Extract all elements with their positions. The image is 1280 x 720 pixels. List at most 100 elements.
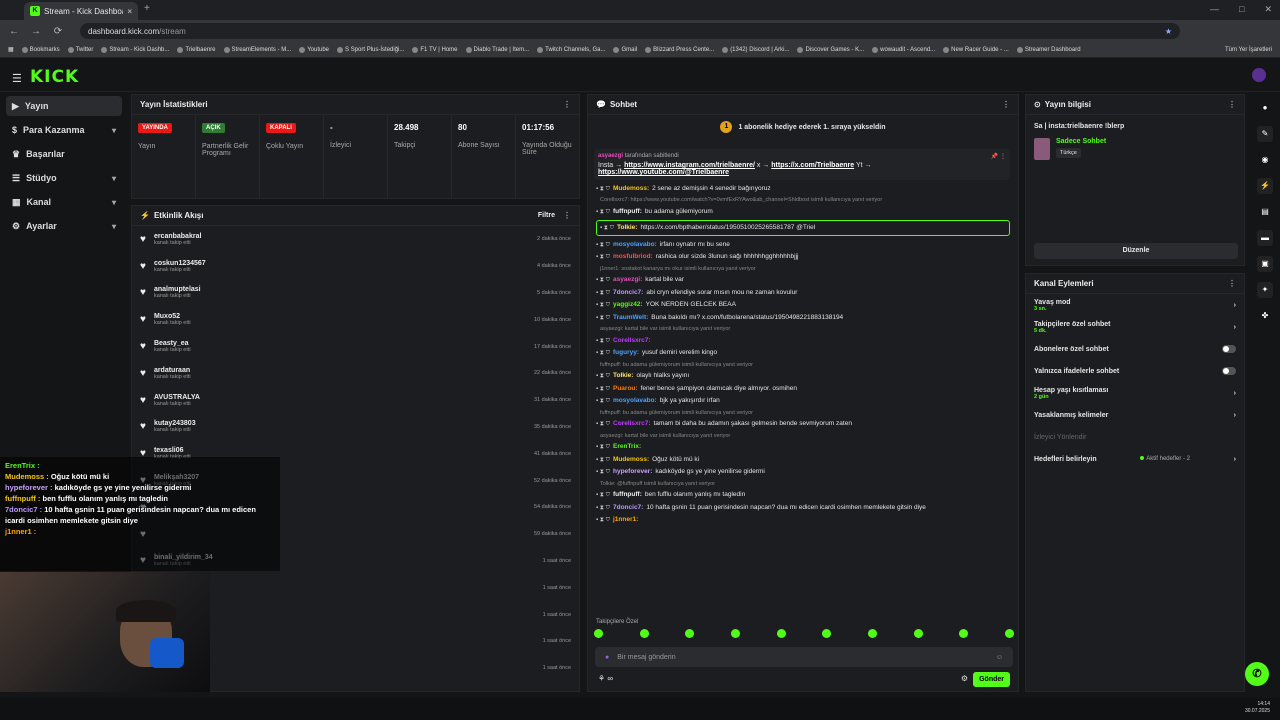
chat-username[interactable]: Tolkie: xyxy=(617,224,637,232)
sidebar-item[interactable]: ♛ Başarılar xyxy=(6,144,122,164)
back-icon[interactable]: ← xyxy=(8,26,20,37)
chevron-down-icon[interactable]: ▾ xyxy=(112,126,116,135)
more-icon[interactable]: ⋮ xyxy=(1228,100,1236,109)
chat-message[interactable]: ▪ ⧗ ⛉ mosyolavabo: bjk ya yakışırdır irfan xyxy=(596,397,1010,405)
bookmark-item[interactable]: New Racer Guide - ... xyxy=(943,46,1009,53)
close-window-icon[interactable]: ✕ xyxy=(1264,4,1272,15)
chat-username[interactable]: fuguryy: xyxy=(613,349,639,357)
chat-username[interactable]: fuffnpuff: xyxy=(613,208,642,216)
emote-icon[interactable] xyxy=(913,629,923,638)
bookmark-item[interactable]: Blizzard Press Cente... xyxy=(645,46,714,53)
chat-input[interactable]: ● Bir mesaj gönderin ☺ xyxy=(595,647,1013,667)
chevron-down-icon[interactable]: ▾ xyxy=(112,174,116,183)
reply-context[interactable]: Corellsxrc7: https://www.youtube.com/wat… xyxy=(600,197,1010,203)
chat-username[interactable]: fuffnpuff: xyxy=(613,491,642,499)
chat-username[interactable]: Tolkie: xyxy=(613,372,633,380)
reply-context[interactable]: Tolkie: @fuffnpuff isimli kullanıcıya ya… xyxy=(600,481,1010,487)
reply-context[interactable]: asyaezgi: kartal bile var isimli kullanı… xyxy=(600,326,1010,332)
activity-user[interactable]: kutay243803 xyxy=(154,420,196,427)
channel-action[interactable]: Yasaklanmış kelimeler › xyxy=(1026,404,1244,426)
chat-username[interactable]: TraumWelt: xyxy=(613,314,648,322)
chat-message[interactable]: ▪ ⧗ ⛉ Corellsxrc7: xyxy=(596,337,1010,345)
chat-username[interactable]: j1nner1: xyxy=(613,516,638,524)
chat-username[interactable]: ErenTrix: xyxy=(613,443,641,451)
all-bookmarks[interactable]: Tüm Yer İşaretleri xyxy=(1225,47,1272,53)
channel-action[interactable]: Hesap yaşı kısıtlaması 2 gün › xyxy=(1026,382,1244,404)
chat-tools-icon[interactable]: ⚘ ∞ xyxy=(598,674,613,683)
chat-message[interactable]: ▪ ⧗ ⛉ Puarou: fener bence şampiyon olamıca… xyxy=(596,385,1010,393)
more-icon[interactable]: ⋮ xyxy=(1002,100,1010,109)
emote-icon[interactable] xyxy=(867,629,877,638)
activity-user[interactable]: Beasty_ea xyxy=(154,340,191,347)
bookmark-star-icon[interactable]: ★ xyxy=(1165,27,1172,36)
channel-action[interactable]: Yalnızca ifadelerle sohbet xyxy=(1026,360,1244,382)
bookmark-item[interactable]: (1342) Discord | Arki... xyxy=(722,46,789,53)
emote-icon[interactable] xyxy=(594,629,603,638)
chat-username[interactable]: mosfulbriod: xyxy=(613,253,653,261)
active-goals[interactable]: Aktif hedefler - 2 xyxy=(1140,456,1190,462)
chat-message[interactable]: ▪ ⧗ ⛉ 7doncic7: 10 hafta gsnin 11 puan ger… xyxy=(596,504,1010,512)
reply-context[interactable]: fuffnpuff: bu adama gülemiyorum isimli k… xyxy=(600,362,1010,368)
reply-context[interactable]: j1nner1: sostakot kanarya mı okur isimli… xyxy=(600,266,1010,272)
camera-icon[interactable]: ◉ xyxy=(1257,152,1273,168)
chat-message[interactable]: ▪ ⧗ ⛉ Tolkie: olaylı hlalks yayını xyxy=(596,372,1010,380)
chevron-right-icon[interactable]: › xyxy=(1234,456,1236,463)
chat-message[interactable]: ▪ ⧗ ⛉ Corellsxrc7: tamam bi daha bu adamın… xyxy=(596,420,1010,428)
chat-icon[interactable]: ▬ xyxy=(1257,230,1273,246)
activity-user[interactable]: ercanbabakral xyxy=(154,233,201,240)
toggle-switch[interactable] xyxy=(1222,345,1236,353)
apps-icon[interactable]: ▦ xyxy=(8,46,14,53)
chat-message[interactable]: ▪ ⧗ ⛉ ErenTrix: xyxy=(596,443,1010,451)
chat-message[interactable]: ▪ ⧗ ⛉ TraumWelt: Buna bakıldı mı? x.com/fu… xyxy=(596,314,1010,322)
chat-message[interactable]: ▪ ⧗ ⛉ fuguryy: yusuf demiri verelim kingo xyxy=(596,349,1010,357)
reply-context[interactable]: fuffnpuff: bu adama gülemiyorum isimli k… xyxy=(600,410,1010,416)
chat-username[interactable]: Puarou: xyxy=(613,385,638,393)
edit-icon[interactable]: ✎ xyxy=(1257,126,1273,142)
bookmark-item[interactable]: Bookmarks xyxy=(21,46,60,53)
channel-action[interactable]: Hedefleri belirleyin Aktif hedefler - 2 › xyxy=(1026,448,1244,470)
browser-tab[interactable]: K Stream - Kick Dashboard × xyxy=(24,2,138,20)
bookmark-item[interactable]: S Sport Plus-İstediği... xyxy=(337,46,404,53)
info-icon[interactable]: ● xyxy=(1257,100,1273,116)
chat-message[interactable]: ▪ ⧗ ⛉ Tolkie: https://x.com/bpthaber/statu… xyxy=(596,220,1010,236)
pinned-message[interactable]: asyaezgi tarafından sabitlendi 📌 ⋮ Insta… xyxy=(594,149,1010,180)
channel-action[interactable]: Abonelere özel sohbet xyxy=(1026,338,1244,360)
bookmark-item[interactable]: Trielbaenre xyxy=(177,46,216,53)
reply-context[interactable]: asyaezgi: kartal bile var isimli kullanı… xyxy=(600,433,1010,439)
chat-message[interactable]: ▪ ⧗ ⛉ hypeforever: kadıköyde gs ye yine ye… xyxy=(596,468,1010,476)
support-button[interactable]: ✆ xyxy=(1245,662,1269,686)
emote-icon[interactable] xyxy=(639,629,649,638)
emote-icon[interactable] xyxy=(685,629,695,638)
activity-user[interactable]: analmuptelasi xyxy=(154,286,201,293)
chat-username[interactable]: hypeforever: xyxy=(613,468,652,476)
chat-username[interactable]: mosyolavabo: xyxy=(613,241,657,249)
instagram-link[interactable]: https://www.instagram.com/trielbaenre/ xyxy=(624,162,755,169)
chat-message[interactable]: ▪ ⧗ ⛉ fuffnpuff: ben fufflu olanım yanlış … xyxy=(596,491,1010,499)
bookmark-item[interactable]: F1 TV | Home xyxy=(412,46,458,53)
bookmark-item[interactable]: wowaudit - Ascend... xyxy=(872,46,935,53)
bookmark-item[interactable]: Streamer Dashboard xyxy=(1016,46,1081,53)
chat-username[interactable]: mosyolavabo: xyxy=(613,397,657,405)
channel-action[interactable]: Takipçilere özel sohbet 5 dk. › xyxy=(1026,316,1244,338)
chat-username[interactable]: 7doncic7: xyxy=(613,504,643,512)
sidebar-item[interactable]: ▦ Kanal ▾ xyxy=(6,192,122,212)
activity-user[interactable]: coskun1234567 xyxy=(154,260,206,267)
settings-icon[interactable]: ✤ xyxy=(1257,308,1273,324)
emote-icon[interactable] xyxy=(730,629,740,638)
activity-user[interactable]: ardaturaan xyxy=(154,367,191,374)
emote-icon[interactable] xyxy=(822,629,832,638)
avatar[interactable] xyxy=(1252,68,1266,82)
menu-icon[interactable]: ☰ xyxy=(12,72,22,85)
chevron-right-icon[interactable]: › xyxy=(1234,324,1236,331)
youtube-link[interactable]: https://www.youtube.com/@Trielbaenre xyxy=(598,169,729,176)
chat-message[interactable]: ▪ ⧗ ⛉ Mudemoss: 2 sene az demişsin 4 sened… xyxy=(596,185,1010,193)
channel-action[interactable]: Yavaş mod 3 sn. › xyxy=(1026,294,1244,316)
more-icon[interactable]: ⋮ xyxy=(563,211,571,220)
bookmark-item[interactable]: StreamElements - M... xyxy=(223,46,291,53)
minimize-icon[interactable]: — xyxy=(1210,4,1219,15)
kick-logo[interactable]: KICK xyxy=(30,67,79,87)
chevron-right-icon[interactable]: › xyxy=(1234,412,1236,419)
bookmark-item[interactable]: Twitch Channels, Ga... xyxy=(537,46,605,53)
sidebar-item[interactable]: ☰ Stüdyo ▾ xyxy=(6,168,122,188)
chat-username[interactable]: 7doncic7: xyxy=(613,289,643,297)
